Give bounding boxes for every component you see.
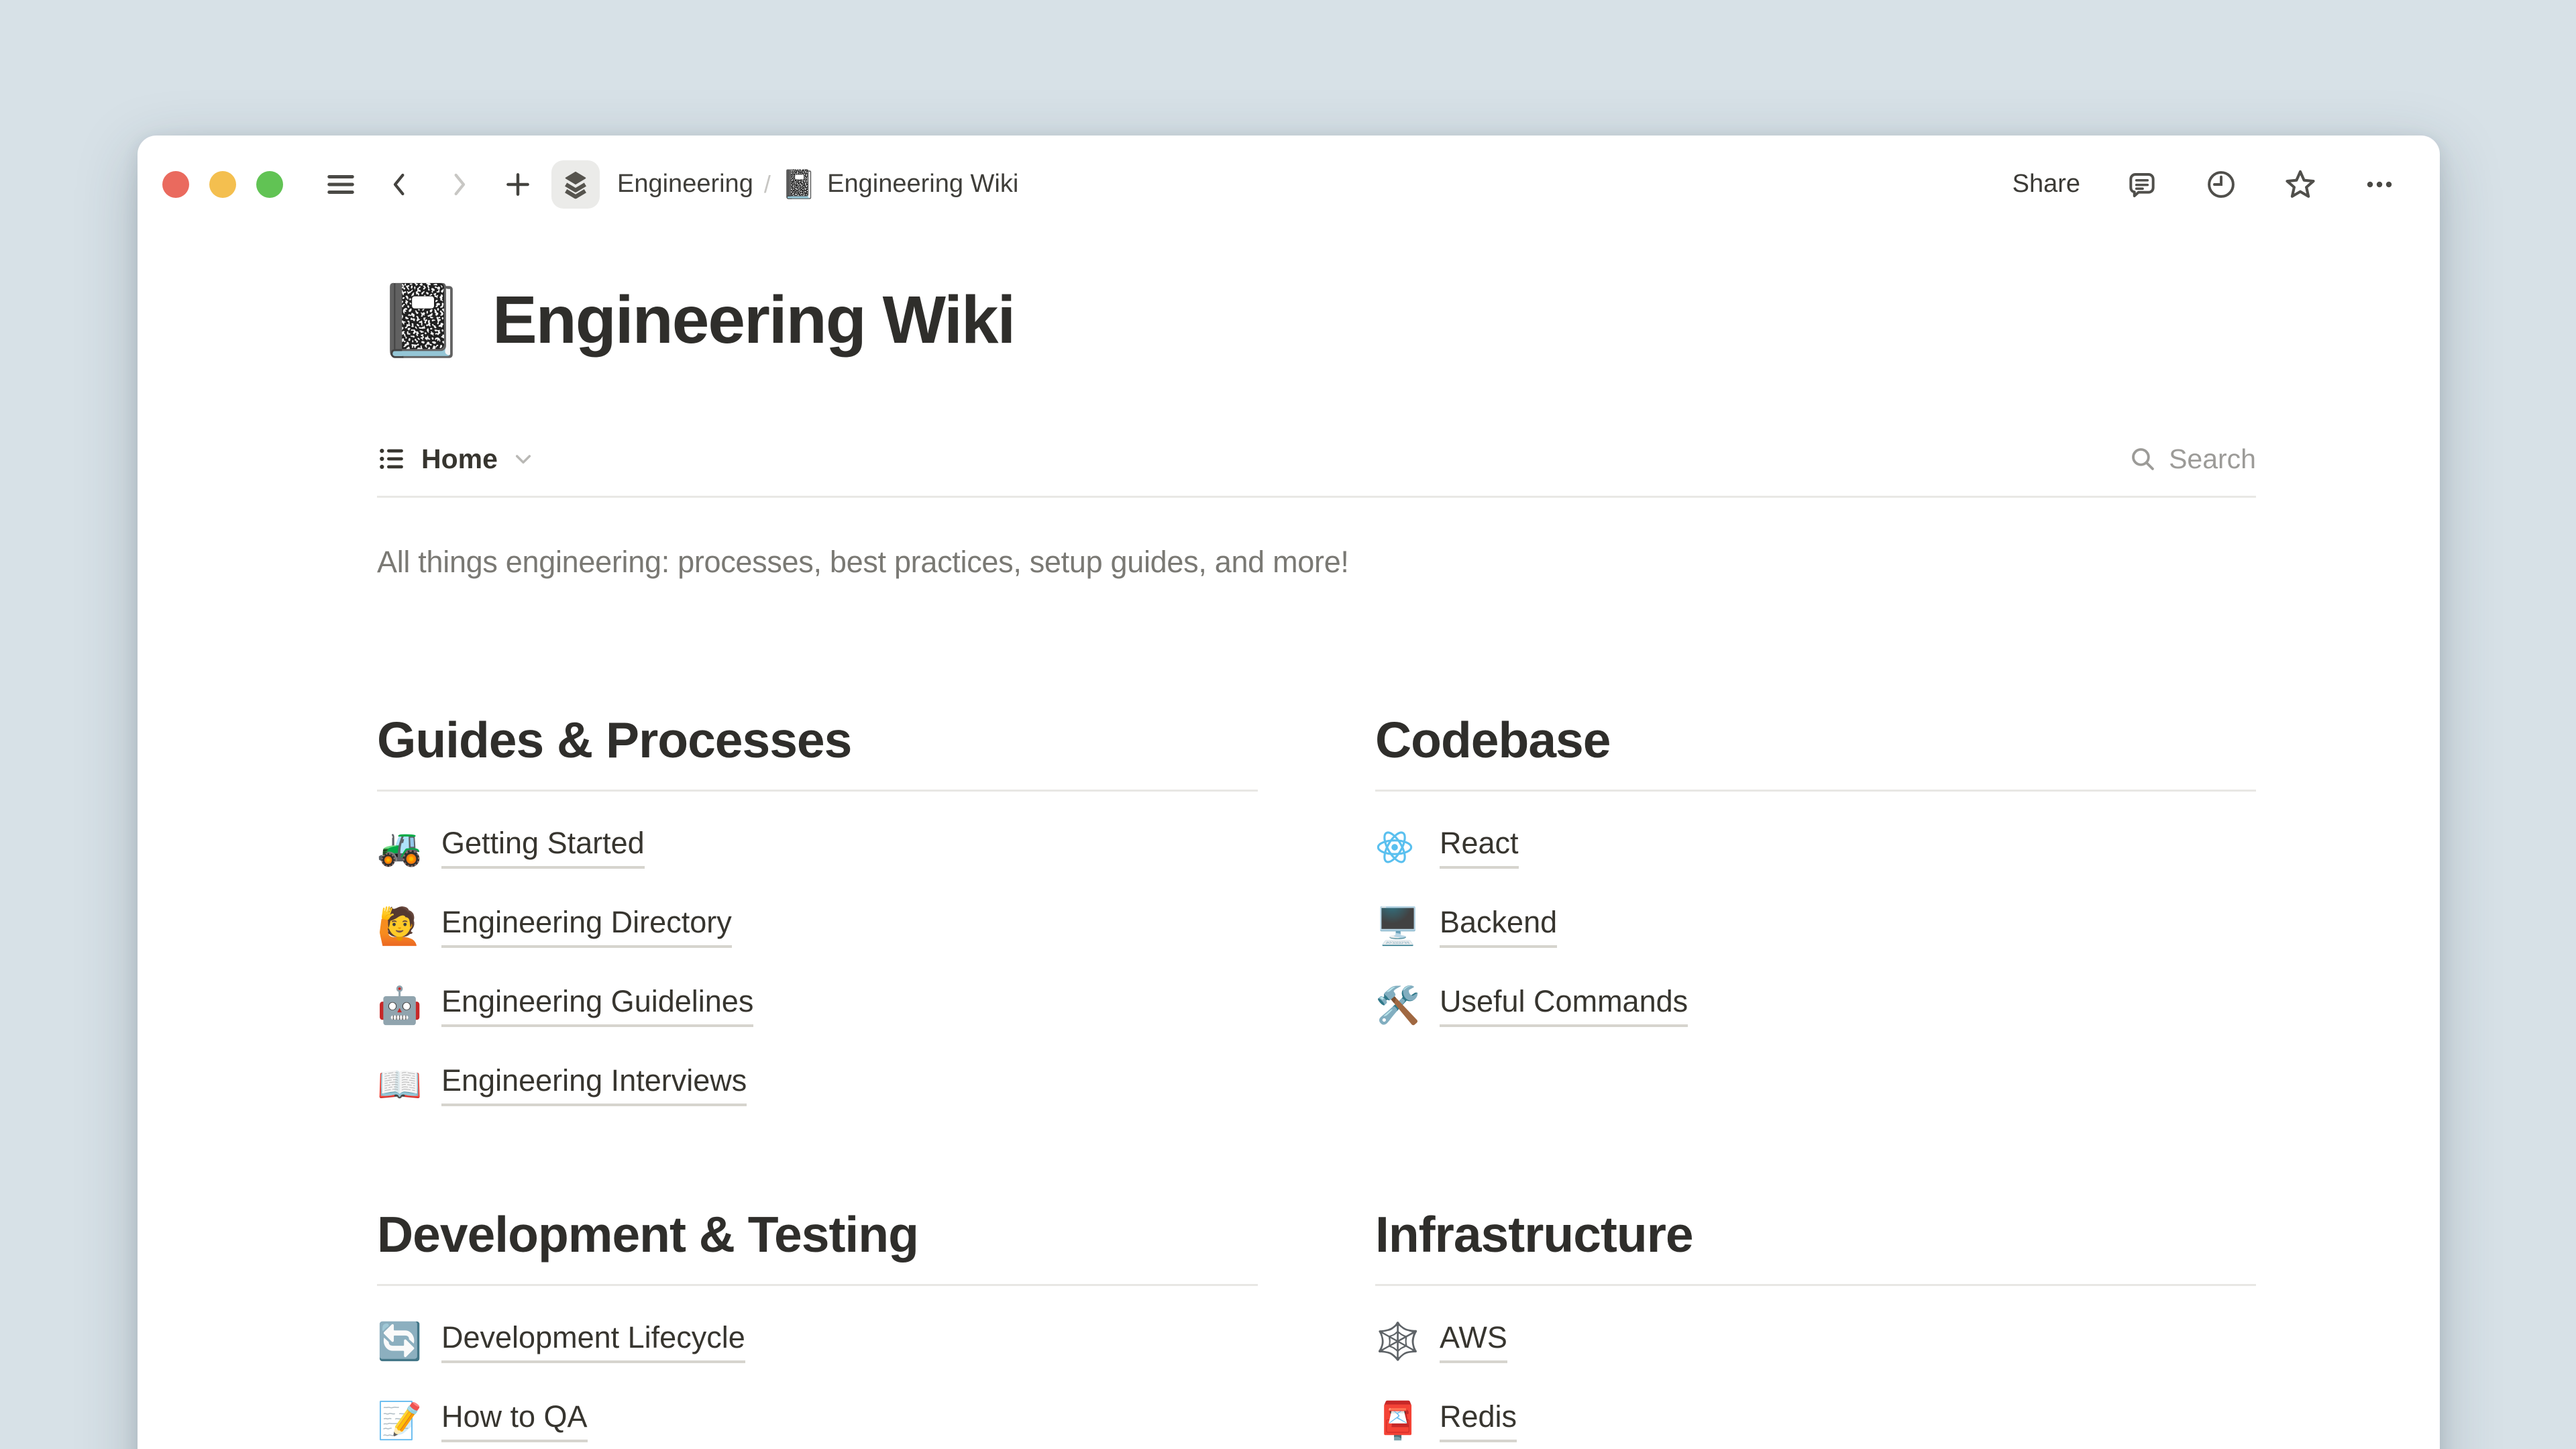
comment-icon — [2125, 168, 2159, 201]
section-link-list: React 🖥️ Backend 🛠️ Useful Commands — [1375, 808, 2256, 1045]
section-link-list: 🔄 Development Lifecycle 📝 How to QA — [377, 1302, 1258, 1449]
bulleted-list-icon — [377, 444, 407, 474]
page-link-row: 📝 How to QA — [377, 1381, 1258, 1449]
memo-emoji-icon: 📝 — [377, 1403, 420, 1439]
teamspace-breadcrumb-chip[interactable] — [551, 160, 600, 209]
breadcrumb-page[interactable]: Engineering Wiki — [827, 170, 1018, 199]
more-options-button[interactable] — [2362, 167, 2397, 202]
page-title[interactable]: Engineering Wiki — [492, 282, 1014, 359]
postbox-emoji-icon: 📮 — [1375, 1403, 1418, 1439]
page-link-row: 📖 Engineering Interviews — [377, 1045, 1258, 1124]
section-divider — [1375, 790, 2256, 792]
sections-grid: Guides & Processes 🚜 Getting Started 🙋 Engin… — [377, 709, 2256, 1449]
react-logo-icon — [1375, 828, 1418, 867]
page-link-row: 🙋 Engineering Directory — [377, 887, 1258, 966]
page-link[interactable]: Useful Commands — [1440, 984, 1688, 1027]
section-title: Codebase — [1375, 709, 2256, 771]
minimize-window-button[interactable] — [209, 171, 236, 198]
chevron-right-icon — [445, 170, 473, 199]
page-header: 📓 Engineering Wiki — [377, 282, 1014, 359]
arrows-cycle-emoji-icon: 🔄 — [377, 1324, 420, 1360]
titlebar: Engineering / 📓 Engineering Wiki Share — [138, 136, 2440, 233]
page-link[interactable]: Development Lifecycle — [441, 1320, 745, 1363]
page-description: All things engineering: processes, best … — [377, 545, 1349, 580]
close-window-button[interactable] — [162, 171, 189, 198]
page-link[interactable]: AWS — [1440, 1320, 1507, 1363]
spider-web-emoji-icon: 🕸️ — [1375, 1324, 1418, 1360]
section-title: Guides & Processes — [377, 709, 1258, 771]
page-link[interactable]: Getting Started — [441, 826, 645, 869]
hammer-and-wrench-emoji-icon: 🛠️ — [1375, 987, 1418, 1024]
ellipsis-icon — [2363, 168, 2396, 201]
desktop-computer-emoji-icon: 🖥️ — [1375, 908, 1418, 945]
plus-icon — [503, 170, 533, 199]
open-book-emoji-icon: 📖 — [377, 1067, 420, 1103]
section-title: Development & Testing — [377, 1203, 1258, 1265]
search-icon — [2129, 445, 2157, 473]
view-tab-row: Home Search — [377, 429, 2256, 488]
teamspace-layers-icon — [560, 169, 591, 200]
section-divider — [377, 790, 1258, 792]
navigate-forward-button[interactable] — [441, 167, 476, 202]
wiki-section: Infrastructure 🕸️ AWS 📮 Redis — [1375, 1203, 2256, 1449]
page-link-row: 🖥️ Backend — [1375, 887, 2256, 966]
chevron-left-icon — [386, 170, 414, 199]
view-tab-label: Home — [421, 443, 498, 475]
section-link-list: 🚜 Getting Started 🙋 Engineering Directory 🤖 E… — [377, 808, 1258, 1124]
page-link-row: 🤖 Engineering Guidelines — [377, 966, 1258, 1045]
chevron-down-icon — [513, 448, 534, 470]
search-label: Search — [2169, 443, 2256, 475]
titlebar-right-group: Share — [2012, 167, 2397, 202]
favorite-button[interactable] — [2283, 167, 2318, 202]
wiki-section: Codebase React 🖥️ Backend 🛠️ Useful Commands — [1375, 709, 2256, 1124]
comments-button[interactable] — [2125, 167, 2159, 202]
titlebar-left-group: Engineering / 📓 Engineering Wiki — [162, 160, 1018, 209]
page-link[interactable]: Engineering Guidelines — [441, 984, 753, 1027]
navigate-back-button[interactable] — [382, 167, 417, 202]
section-divider — [1375, 1284, 2256, 1286]
header-divider — [377, 496, 2256, 498]
sidebar-menu-button[interactable] — [323, 167, 358, 202]
breadcrumb-page-emoji: 📓 — [782, 170, 816, 199]
page-link[interactable]: Engineering Directory — [441, 905, 732, 948]
section-link-list: 🕸️ AWS 📮 Redis — [1375, 1302, 2256, 1449]
person-raising-hand-emoji-icon: 🙋 — [377, 908, 420, 945]
share-button[interactable]: Share — [2012, 170, 2080, 199]
page-link[interactable]: Backend — [1440, 905, 1557, 948]
page-link-row: 🚜 Getting Started — [377, 808, 1258, 887]
page-link[interactable]: Engineering Interviews — [441, 1063, 747, 1106]
notion-window: Engineering / 📓 Engineering Wiki Share — [138, 136, 2440, 1449]
breadcrumb-teamspace[interactable]: Engineering — [617, 170, 753, 199]
view-tab-home[interactable]: Home — [377, 443, 534, 475]
star-icon — [2283, 167, 2318, 202]
clock-icon — [2204, 168, 2238, 201]
page-history-button[interactable] — [2204, 167, 2239, 202]
page-link[interactable]: React — [1440, 826, 1519, 869]
tractor-emoji-icon: 🚜 — [377, 829, 420, 865]
page-link-row: 🕸️ AWS — [1375, 1302, 2256, 1381]
section-title: Infrastructure — [1375, 1203, 2256, 1265]
breadcrumb-separator: / — [764, 170, 771, 199]
page-link-row: 🛠️ Useful Commands — [1375, 966, 2256, 1045]
section-divider — [377, 1284, 1258, 1286]
new-page-button[interactable] — [500, 167, 535, 202]
hamburger-icon — [325, 169, 356, 200]
view-search[interactable]: Search — [2129, 443, 2256, 475]
robot-emoji-icon: 🤖 — [377, 987, 420, 1024]
page-link-row: 🔄 Development Lifecycle — [377, 1302, 1258, 1381]
wiki-section: Development & Testing 🔄 Development Lifecy… — [377, 1203, 1258, 1449]
page-link-row: 📮 Redis — [1375, 1381, 2256, 1449]
page-icon[interactable]: 📓 — [377, 285, 466, 356]
page-link[interactable]: Redis — [1440, 1399, 1517, 1442]
zoom-window-button[interactable] — [256, 171, 283, 198]
page-link[interactable]: How to QA — [441, 1399, 588, 1442]
page-link-row: React — [1375, 808, 2256, 887]
traffic-lights — [162, 171, 283, 198]
wiki-section: Guides & Processes 🚜 Getting Started 🙋 Engin… — [377, 709, 1258, 1124]
